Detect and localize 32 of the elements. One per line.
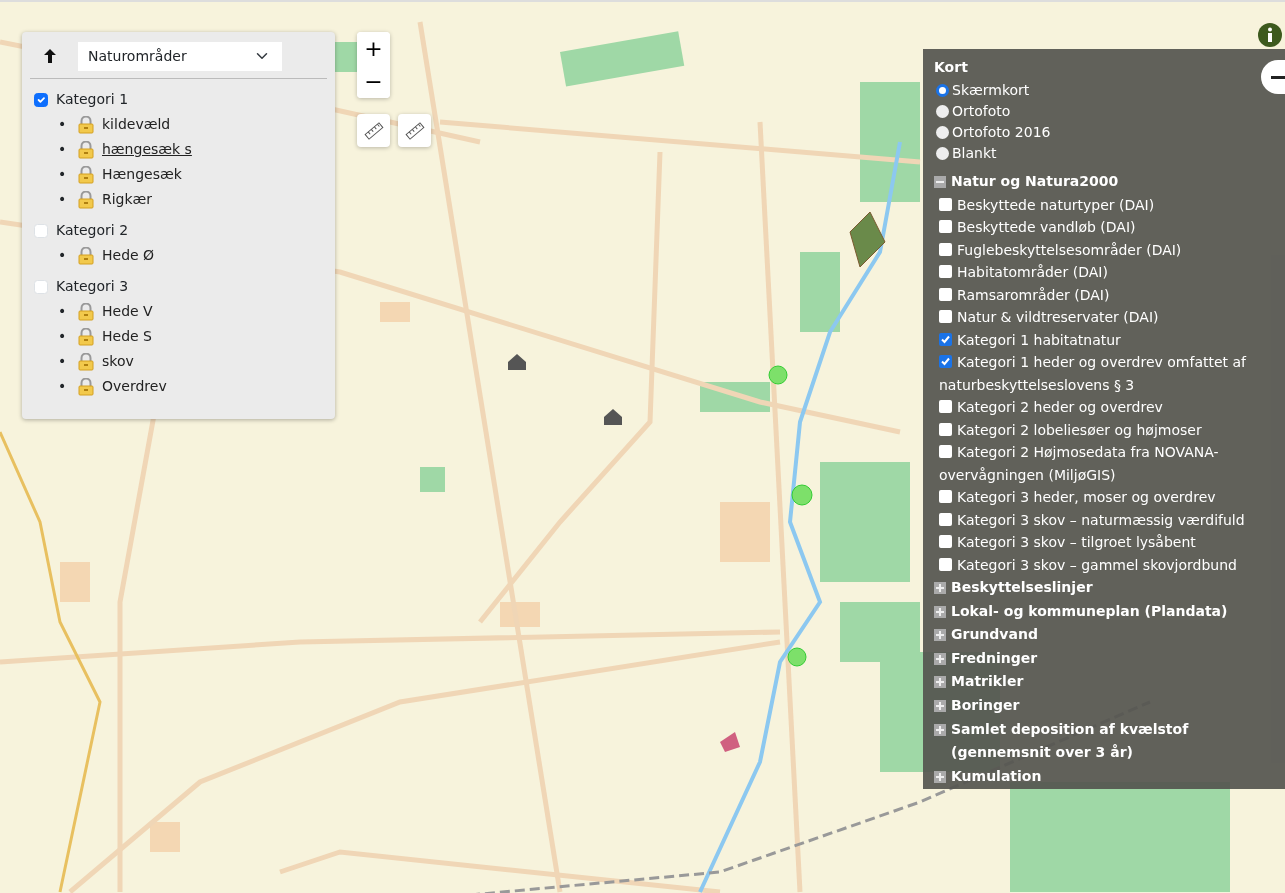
layer-item: Beskyttede vandløb (DAI) (934, 216, 1281, 239)
bullet: • (58, 190, 68, 209)
layer-item: Kategori 1 heder og overdrev omfattet af naturbeskyttelseslovens § 3 (938, 353, 1248, 395)
basemap-label: Ortofoto (952, 102, 1011, 121)
category-label: Kategori 1 (56, 90, 129, 109)
bullet: • (58, 352, 68, 371)
bullet: • (58, 302, 68, 321)
basemap-label: Ortofoto 2016 (952, 123, 1051, 142)
layer-item: Kategori 3 skov – tilgroet lysåbent (934, 531, 1281, 554)
layer-item: Habitatområder (DAI) (934, 261, 1281, 284)
layer-item: Kategori 2 heder og overdrev (934, 396, 1281, 419)
layer-item: Beskyttede naturtyper (DAI) (934, 193, 1281, 217)
bullet: • (58, 165, 68, 184)
layer-item: Ramsarområder (DAI) (934, 283, 1281, 307)
layer-item: Kategori 3 heder, moser og overdrev (934, 486, 1281, 509)
layer-item: Kategori 2 Højmosedata fra NOVANA-overvågningen (MiljøGIS) (938, 443, 1220, 485)
layer-item: Kategori 3 skov – gammel skovjordbund (934, 553, 1281, 577)
bullet: • (58, 377, 68, 396)
category-label: Kategori 2 (56, 221, 129, 240)
layer-item: Natur & vildtreservater (DAI) (934, 306, 1281, 329)
bullet: • (58, 140, 68, 159)
bullet: • (58, 246, 68, 265)
category-label: Kategori 3 (56, 277, 129, 296)
layer-item: Kategori 1 habitatnatur (934, 328, 1281, 352)
basemap-label: Skærmkort (952, 81, 1030, 100)
bullet: • (58, 115, 68, 134)
layer-item: Kategori 3 skov – naturmæssig værdifuld (934, 508, 1281, 532)
bullet: • (58, 327, 68, 346)
panel-title: Kort (934, 58, 969, 77)
layer-item: Fuglebeskyttelsesområder (DAI) (934, 238, 1281, 262)
basemap-label: Blankt (952, 144, 997, 163)
layer-item: Kategori 2 lobeliesøer og højmoser (934, 418, 1281, 442)
